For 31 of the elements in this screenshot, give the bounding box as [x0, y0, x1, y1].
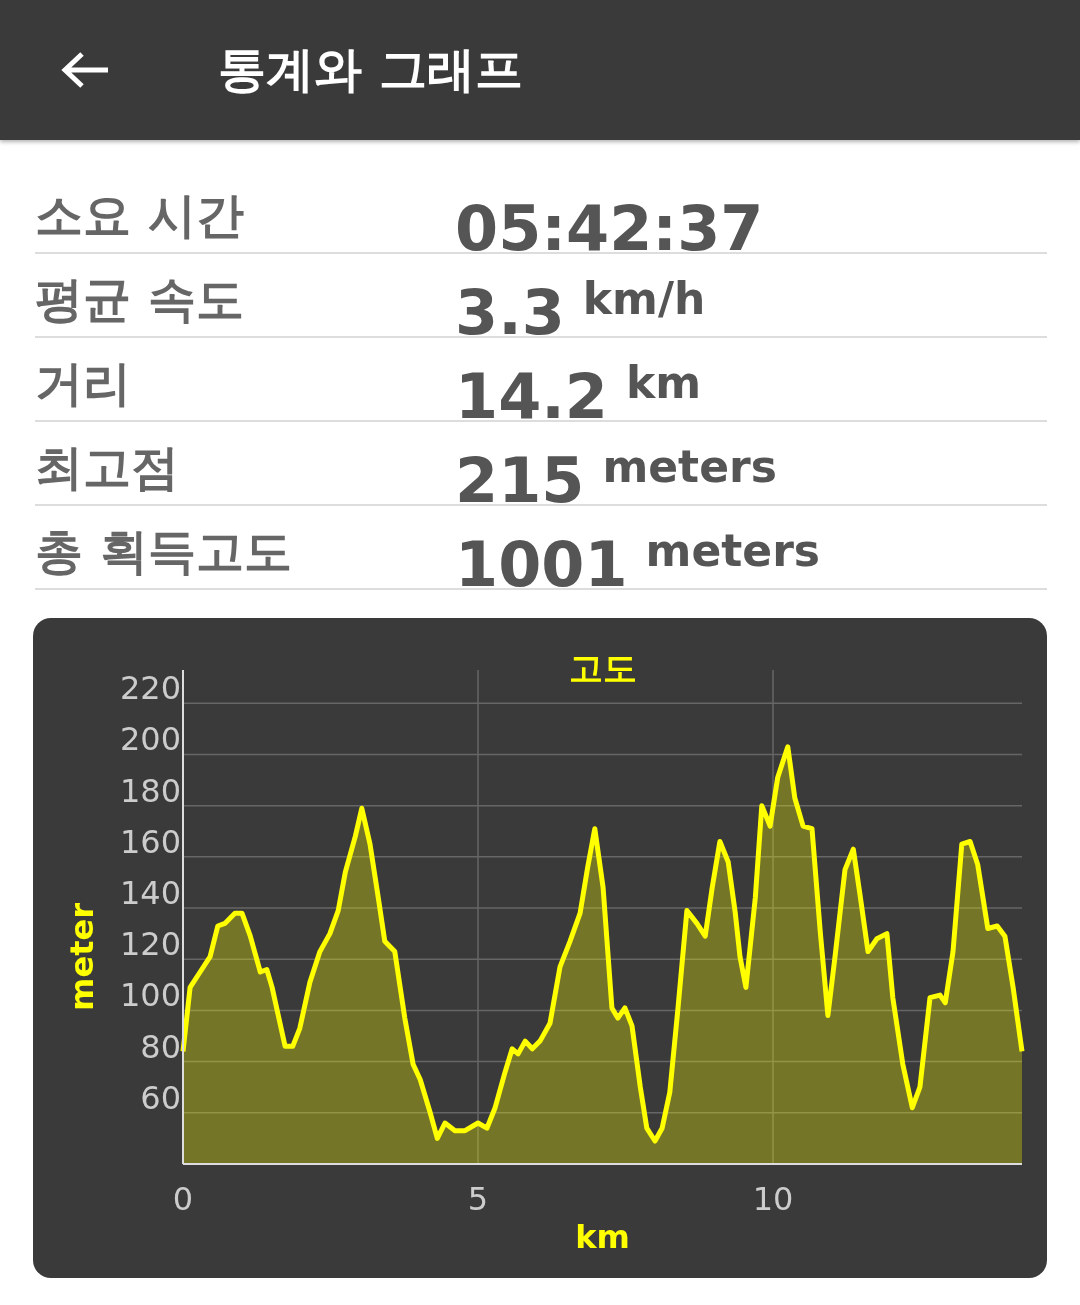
screen-title: 통계와 그래프	[218, 40, 523, 99]
y-axis-title: meter	[63, 903, 101, 1011]
y-tick-label: 100	[119, 976, 181, 1015]
y-tick-label: 180	[119, 771, 181, 810]
stat-label: 소요 시간	[35, 186, 245, 245]
x-tick-label: 0	[172, 1180, 194, 1218]
y-tick-label: 80	[140, 1027, 181, 1066]
stat-value: 14.2	[455, 362, 608, 432]
y-tick-label: 120	[119, 925, 181, 964]
stat-value: 05:42:37	[455, 194, 764, 264]
y-tick-label: 220	[119, 669, 181, 708]
stat-label: 최고점	[35, 438, 180, 497]
stat-value: 3.3	[455, 278, 565, 348]
stat-label: 거리	[35, 354, 132, 413]
y-tick-label: 200	[119, 720, 181, 759]
y-tick-label: 140	[119, 874, 181, 913]
y-tick-label: 60	[140, 1078, 181, 1117]
stat-unit: km	[626, 358, 702, 408]
x-tick-label: 5	[467, 1180, 489, 1218]
series-label: 고도	[568, 648, 637, 688]
stat-unit: meters	[645, 526, 820, 576]
stat-unit: meters	[602, 442, 777, 492]
stat-value: 215	[455, 446, 585, 516]
back-arrow-icon[interactable]	[60, 50, 110, 90]
stat-label: 총 획득고도	[35, 522, 293, 581]
stat-label: 평균 속도	[35, 270, 245, 329]
x-tick-label: 10	[752, 1180, 794, 1218]
y-tick-label: 160	[119, 822, 181, 861]
stat-value: 1001	[455, 530, 628, 600]
x-axis-title: km	[575, 1218, 630, 1256]
stat-unit: km/h	[582, 274, 706, 324]
